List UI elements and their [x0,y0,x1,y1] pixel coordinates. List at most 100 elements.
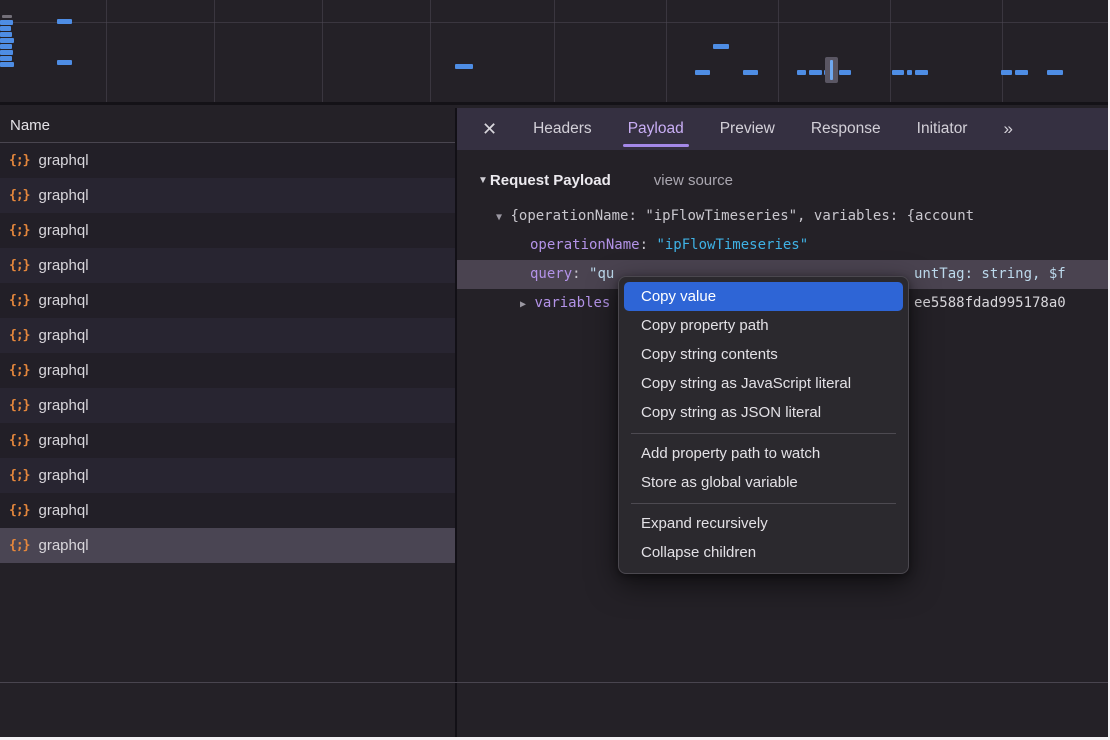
waterfall-bar[interactable] [1015,70,1028,75]
request-name: graphql [38,397,88,414]
panel-footer-divider [0,682,1108,683]
payload-root-preview: {operationName: "ipFlowTimeseries", vari… [510,208,974,224]
request-name: graphql [38,257,88,274]
menu-item-copy-value[interactable]: Copy value [624,282,903,311]
tab-preview[interactable]: Preview [720,108,775,150]
menu-item-expand-recursively[interactable]: Expand recursively [619,509,908,538]
waterfall-bar[interactable] [743,70,758,75]
network-overview[interactable] [0,0,1108,105]
waterfall-bar[interactable] [455,64,473,69]
column-header-name[interactable]: Name [0,108,455,143]
request-row[interactable]: {;} graphql [0,283,455,318]
waterfall-bar[interactable] [915,70,928,75]
json-icon: {;} [9,433,29,448]
request-name: graphql [38,327,88,344]
context-menu: Copy valueCopy property pathCopy string … [618,276,909,574]
waterfall-bar[interactable] [0,38,14,43]
waterfall-bar[interactable] [2,15,12,18]
request-name: graphql [38,362,88,379]
timeline-gridline [554,0,555,102]
json-icon: {;} [9,363,29,378]
more-tabs-icon[interactable]: » [1003,119,1010,139]
request-row[interactable]: {;} graphql [0,248,455,283]
request-name: graphql [38,502,88,519]
waterfall-bar[interactable] [809,70,822,75]
devtools-window: Name {;} graphql {;} graphql {;} graphql… [0,0,1108,737]
request-row[interactable]: {;} graphql [0,178,455,213]
request-name: graphql [38,432,88,449]
request-row[interactable]: {;} graphql [0,318,455,353]
request-row[interactable]: {;} graphql [0,458,455,493]
payload-operationname-row[interactable]: operationName: "ipFlowTimeseries" [457,231,1108,260]
waterfall-bar[interactable] [892,70,904,75]
timeline-gridline [666,0,667,102]
json-icon: {;} [9,398,29,413]
property-value-right: untTag: string, $f [914,260,1066,289]
details-tabbar: ✕ Headers Payload Preview Response Initiator… [457,108,1108,150]
menu-item-copy-string-as-javascript-literal[interactable]: Copy string as JavaScript literal [619,369,908,398]
request-row[interactable]: {;} graphql [0,388,455,423]
request-row[interactable]: {;} graphql [0,493,455,528]
property-value: "ipFlowTimeseries" [656,237,808,253]
waterfall-bar[interactable] [0,32,12,37]
timeline-gridline [430,0,431,102]
json-icon: {;} [9,188,29,203]
timeline-gridline [106,0,107,102]
waterfall-bar[interactable] [1047,70,1063,75]
tab-response[interactable]: Response [811,108,881,150]
menu-item-copy-property-path[interactable]: Copy property path [619,311,908,340]
timeline-gridline [322,0,323,102]
timeline-gridline [214,0,215,102]
waterfall-bar[interactable] [695,70,710,75]
request-list: {;} graphql {;} graphql {;} graphql {;} … [0,143,455,563]
section-title: Request Payload [490,172,611,189]
menu-item-copy-string-as-json-literal[interactable]: Copy string as JSON literal [619,398,908,427]
view-source-link[interactable]: view source [654,172,733,189]
menu-item-collapse-children[interactable]: Collapse children [619,538,908,567]
property-preview-right: ee5588fdad995178a0 [914,289,1066,318]
request-row[interactable]: {;} graphql [0,528,455,563]
tab-initiator[interactable]: Initiator [917,108,968,150]
json-icon: {;} [9,223,29,238]
waterfall-bar[interactable] [0,62,14,67]
menu-divider [631,503,896,504]
json-icon: {;} [9,293,29,308]
request-row[interactable]: {;} graphql [0,213,455,248]
property-key: operationName [530,237,640,253]
network-request-panel: Name {;} graphql {;} graphql {;} graphql… [0,108,455,737]
collapse-icon[interactable]: ▼ [496,212,502,223]
request-row[interactable]: {;} graphql [0,143,455,178]
request-payload-section: ▼ Request Payload view source [457,165,1108,195]
waterfall-bar[interactable] [0,56,12,61]
menu-item-copy-string-contents[interactable]: Copy string contents [619,340,908,369]
json-icon: {;} [9,328,29,343]
waterfall-bar[interactable] [797,70,806,75]
menu-item-store-as-global-variable[interactable]: Store as global variable [619,468,908,497]
waterfall-bar[interactable] [839,70,851,75]
waterfall-bar[interactable] [57,60,72,65]
expand-icon[interactable]: ▶ [520,299,526,310]
request-row[interactable]: {;} graphql [0,353,455,388]
menu-divider [631,433,896,434]
waterfall-bar[interactable] [0,50,13,55]
waterfall-bar[interactable] [713,44,729,49]
waterfall-bar[interactable] [0,44,12,49]
tabs: Headers Payload Preview Response Initiator [533,108,967,150]
request-name: graphql [38,467,88,484]
request-name: graphql [38,187,88,204]
request-row[interactable]: {;} graphql [0,423,455,458]
tab-headers[interactable]: Headers [533,108,592,150]
tab-payload[interactable]: Payload [628,108,684,150]
waterfall-bar[interactable] [0,20,13,25]
close-icon[interactable]: ✕ [482,108,497,150]
waterfall-bar[interactable] [57,19,72,24]
menu-item-add-property-path-to-watch[interactable]: Add property path to watch [619,439,908,468]
waterfall-bar[interactable] [830,60,833,80]
waterfall-bar[interactable] [1001,70,1012,75]
section-collapse-icon[interactable]: ▼ [478,175,488,186]
payload-root-row[interactable]: ▼ {operationName: "ipFlowTimeseries", va… [457,202,1108,231]
waterfall-bar[interactable] [0,26,11,31]
property-key: query [530,266,572,282]
waterfall-bar[interactable] [907,70,912,75]
json-icon: {;} [9,503,29,518]
